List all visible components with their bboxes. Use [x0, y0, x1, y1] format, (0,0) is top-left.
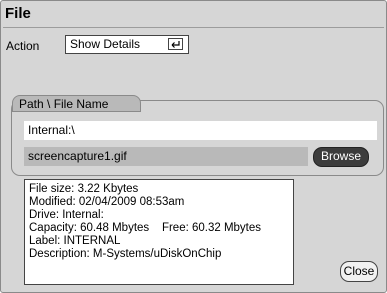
title-divider	[3, 27, 384, 28]
enter-icon	[168, 38, 183, 50]
action-label: Action	[6, 39, 40, 53]
file-dialog: File Action Show Details Path \ File Nam…	[0, 0, 387, 293]
modified-text: Modified: 02/04/2009 08:53am	[29, 196, 185, 208]
action-select-value: Show Details	[70, 37, 141, 51]
file-details-panel: File size: 3.22 Kbytes Modified: 02/04/2…	[24, 179, 294, 285]
dialog-title: File	[5, 5, 31, 22]
filename-field[interactable]: screencapture1.gif	[24, 147, 308, 166]
path-file-group-label: Path \ File Name	[12, 95, 141, 112]
browse-button[interactable]: Browse	[313, 147, 369, 167]
file-size-text: File size: 3.22 Kbytes	[29, 183, 139, 195]
drive-text: Drive: Internal:	[29, 209, 104, 221]
path-field[interactable]: Internal:\	[24, 121, 377, 140]
close-button[interactable]: Close	[340, 261, 378, 282]
action-select[interactable]: Show Details	[65, 35, 189, 54]
label-text: Label: INTERNAL	[29, 235, 121, 247]
description-text: Description: M-Systems/uDiskOnChip	[29, 248, 222, 260]
capacity-text: Capacity: 60.48 Mbytes Free: 60.32 Mbyte…	[29, 222, 262, 234]
